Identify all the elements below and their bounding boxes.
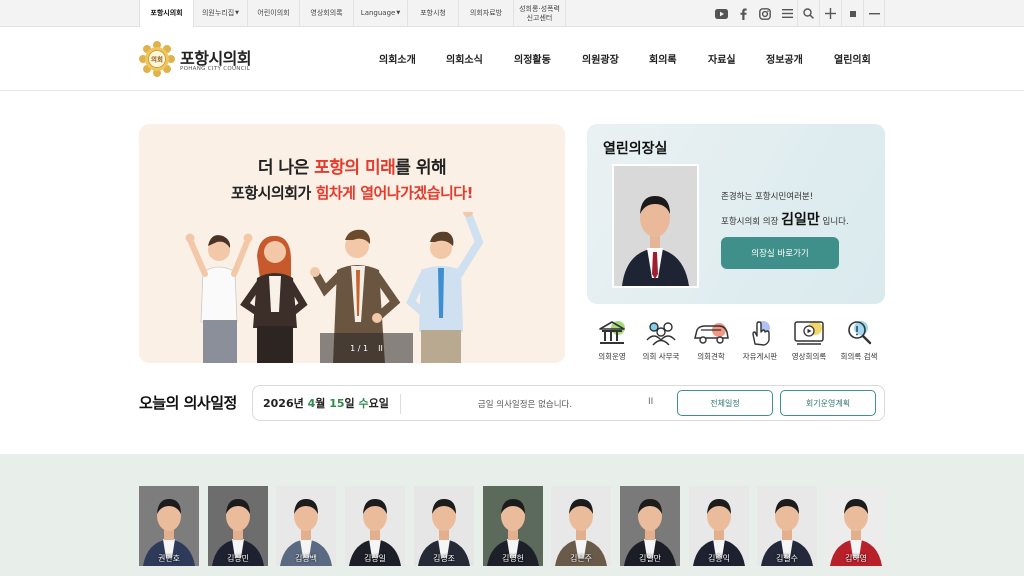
site-header: 의회 포항시의회 POHANG CITY COUNCIL 의회소개 의회소식 의… [0,27,1024,91]
svg-text:의회: 의회 [151,55,163,64]
member-card[interactable]: 김영헌 [483,486,543,566]
nav-members[interactable]: 의원광장 [582,51,619,66]
nav-open-council[interactable]: 열린의회 [834,51,871,66]
member-card[interactable]: 김상일 [345,486,405,566]
people-icon [646,322,676,346]
quick-link-minutes-search[interactable]: 회의록 검색 [829,318,889,362]
member-card[interactable]: 김은주 [551,486,611,566]
utility-bar: 포항시의회 의원누리집 ▼ 어린이의회 영상회의록 Language ▼ 포항시청 … [0,0,1024,27]
zoom-out-icon[interactable] [863,0,885,27]
member-name: 김철수 [775,554,799,563]
member-card[interactable]: 김철수 [757,486,817,566]
util-language[interactable]: Language ▼ [353,0,407,27]
bus-icon [694,323,729,344]
util-city-hall[interactable]: 포항시청 [407,0,458,27]
chairman-greeting: 존경하는 포항시민여러분! [721,192,814,202]
member-card[interactable]: 김상백 [276,486,336,566]
banner-line-1: 더 나은 포항의 미래를 위해 [257,158,447,178]
building-icon [599,321,625,344]
member-name: 김일만 [638,554,662,563]
nav-council-intro[interactable]: 의회소개 [379,51,416,66]
banner-line-2: 포항시의회가 힘차게 열어나가겠습니다! [231,184,473,202]
util-video-minutes[interactable]: 영상회의록 [299,0,353,27]
pause-icon[interactable]: II [378,344,383,353]
banner-controls: 1 / 1 II [320,333,413,363]
nav-archive[interactable]: 자료실 [708,51,736,66]
chairman-office-panel: 열린의장실 존경하는 포항시민여러분! 포항시의회 의장 김일만 입니다. 의장… [587,124,885,304]
member-name: 김하영 [844,554,868,563]
util-archive[interactable]: 의회자료방 [458,0,513,27]
menu-icon[interactable] [776,0,798,27]
chairman-photo [612,164,699,288]
nav-council-news[interactable]: 의회소식 [446,51,483,66]
session-plan-button[interactable]: 회기운영계획 [780,390,876,416]
magnifier-icon [848,321,872,345]
instagram-icon[interactable] [754,0,776,27]
zoom-in-icon[interactable] [819,0,841,27]
video-icon [794,321,824,345]
member-card[interactable]: 김상민 [208,486,268,566]
member-card[interactable]: 권만호 [139,486,199,566]
chairman-panel-title: 열린의장실 [603,141,668,157]
schedule-title: 오늘의 의사일정 [139,394,237,412]
council-logo-icon[interactable]: 의회 [139,41,175,77]
member-name: 김은주 [569,554,593,563]
chairman-office-button[interactable]: 의장실 바로가기 [721,237,839,269]
caret-down-icon: ▼ [235,10,240,16]
member-name: 김영헌 [501,554,525,563]
facebook-icon[interactable] [732,0,754,27]
all-schedule-button[interactable]: 전체일정 [677,390,773,416]
main-banner[interactable]: 더 나은 포항의 미래를 위해 포항시의회가 힘차게 열어나가겠습니다! 1 /… [139,124,565,363]
util-member-homepage[interactable]: 의원누리집 ▼ [193,0,247,27]
caret-down-icon: ▼ [396,10,401,16]
pause-icon[interactable]: II [648,397,653,407]
font-reset-icon[interactable] [841,0,863,27]
member-name: 김상일 [363,554,387,563]
nav-minutes[interactable]: 회의록 [649,51,677,66]
member-card[interactable]: 김하영 [826,486,886,566]
member-card[interactable]: 김성조 [414,486,474,566]
youtube-icon[interactable] [710,0,732,27]
util-kids-council[interactable]: 어린이의회 [247,0,299,27]
search-icon[interactable] [797,0,819,27]
logo-subtitle: POHANG CITY COUNCIL [180,66,251,72]
member-name: 김상백 [294,554,318,563]
util-council-home[interactable]: 포항시의회 [139,0,193,27]
member-card[interactable]: 김종익 [689,486,749,566]
member-card[interactable]: 김일만 [620,486,680,566]
member-name: 김성조 [432,554,456,563]
schedule-empty-message: 금일 의사일정은 없습니다. [477,400,573,410]
member-name: 권만호 [157,554,181,563]
hand-icon [752,321,770,346]
banner-counter: 1 / 1 [350,343,369,353]
chairman-intro: 포항시의회 의장 김일만 입니다. [721,212,849,228]
nav-disclosure[interactable]: 정보공개 [766,51,803,66]
member-name: 김종익 [707,554,731,563]
schedule-panel: 2026년 4월 15일 수요일 금일 의사일정은 없습니다. II 전체일정 … [252,385,885,421]
member-name: 김상민 [226,554,250,563]
nav-legislative[interactable]: 의정활동 [514,51,551,66]
chairman-name: 김일만 [781,212,820,228]
schedule-date: 2026년 4월 15일 수요일 [263,397,389,410]
util-harassment-report[interactable]: 성희롱·성폭력 신고센터 [513,0,566,27]
